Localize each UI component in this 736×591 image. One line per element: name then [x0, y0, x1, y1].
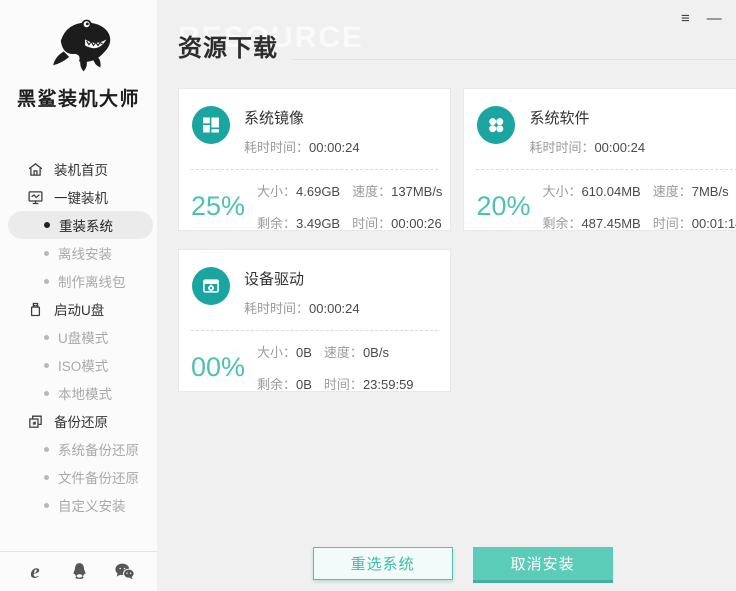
- card-title: 设备驱动: [244, 267, 360, 289]
- stat-speed: 速度：137MB/s: [352, 181, 442, 200]
- bullet-icon: [44, 447, 49, 452]
- usb-icon: [27, 301, 44, 318]
- elapsed-time: 耗时时间：00:00:24: [529, 137, 645, 156]
- stat-speed: 速度：7MB/s: [653, 181, 736, 200]
- stat-remaining: 剩余：0B: [257, 374, 312, 393]
- bullet-icon: [44, 251, 49, 256]
- card-system-software: 系统软件 耗时时间：00:00:24 20% 大小：610.04MB 速度：7M…: [463, 88, 736, 231]
- app-name: 黑鲨装机大师: [0, 84, 157, 111]
- bullet-icon: [44, 222, 50, 228]
- sidebar-item-file-backup-restore[interactable]: 文件备份还原: [8, 463, 153, 491]
- sidebar-item-iso-mode[interactable]: ISO模式: [8, 351, 153, 379]
- app-grid-icon: [477, 106, 515, 144]
- card-title: 系统镜像: [244, 106, 360, 128]
- sidebar-item-onekey[interactable]: 一键装机: [0, 183, 157, 211]
- bullet-icon: [44, 503, 49, 508]
- bullet-icon: [44, 335, 49, 340]
- bullet-icon: [44, 363, 49, 368]
- sidebar-item-label: 启动U盘: [54, 299, 104, 319]
- restore-icon: [27, 413, 44, 430]
- sidebar-item-label: 离线安装: [58, 243, 112, 263]
- main-panel: ≡ — ✕ RESOURCE 资源下载 系统镜像 耗时时间：00:00: [158, 0, 736, 591]
- card-system-image: 系统镜像 耗时时间：00:00:24 25% 大小：4.69GB 速度：137M…: [178, 88, 451, 231]
- wechat-icon[interactable]: [113, 561, 135, 581]
- cancel-install-button[interactable]: 取消安装: [473, 547, 613, 580]
- ie-icon[interactable]: e: [24, 561, 46, 581]
- sidebar-item-label: 重装系统: [59, 215, 113, 235]
- qq-icon[interactable]: [69, 561, 91, 581]
- driver-icon: [192, 267, 230, 305]
- stat-size: 大小：4.69GB: [257, 181, 340, 200]
- stat-speed: 速度：0B/s: [324, 342, 414, 361]
- elapsed-time: 耗时时间：00:00:24: [244, 137, 360, 156]
- stat-remaining: 剩余：3.49GB: [257, 213, 340, 232]
- card-device-driver: 设备驱动 耗时时间：00:00:24 00% 大小：0B 速度：0B/s 剩余：…: [178, 249, 451, 392]
- bullet-icon: [44, 279, 49, 284]
- sidebar-item-label: 制作离线包: [58, 271, 126, 291]
- sidebar-item-boot-usb[interactable]: 启动U盘: [0, 295, 157, 323]
- sidebar-item-home[interactable]: 装机首页: [0, 155, 157, 183]
- sidebar-item-label: 自定义安装: [58, 495, 126, 515]
- elapsed-time: 耗时时间：00:00:24: [244, 298, 360, 317]
- sidebar-item-local-mode[interactable]: 本地模式: [8, 379, 153, 407]
- window-controls: ≡ — ✕: [681, 10, 736, 27]
- stat-size: 大小：0B: [257, 342, 312, 361]
- menu-icon[interactable]: ≡: [681, 10, 690, 27]
- sidebar-item-label: 系统备份还原: [58, 439, 139, 459]
- sidebar-item-system-backup-restore[interactable]: 系统备份还原: [8, 435, 153, 463]
- stat-time: 时间：00:00:26: [352, 213, 442, 232]
- stat-remaining: 剩余：487.45MB: [542, 213, 640, 232]
- bullet-icon: [44, 475, 49, 480]
- shark-logo-icon: [41, 12, 117, 82]
- sidebar-item-reinstall[interactable]: 重装系统: [8, 211, 153, 239]
- windows-grid-icon: [192, 106, 230, 144]
- sidebar-item-usb-mode[interactable]: U盘模式: [8, 323, 153, 351]
- sidebar-item-label: 本地模式: [58, 383, 112, 403]
- progress-percent: 00%: [191, 352, 247, 383]
- app-logo: 黑鲨装机大师: [0, 0, 157, 111]
- card-title: 系统软件: [529, 106, 645, 128]
- stat-time: 时间：23:59:59: [324, 374, 414, 393]
- progress-percent: 25%: [191, 191, 247, 222]
- sidebar-item-label: ISO模式: [58, 355, 108, 375]
- page-title: 资源下载: [178, 28, 278, 63]
- monitor-icon: [27, 189, 44, 206]
- sidebar-footer: e: [0, 551, 157, 591]
- home-icon: [27, 161, 44, 178]
- page-header: RESOURCE 资源下载: [178, 31, 736, 63]
- title-divider: [292, 59, 736, 60]
- sidebar-item-label: 文件备份还原: [58, 467, 139, 487]
- stat-time: 时间：00:01:14: [653, 213, 736, 232]
- sidebar-item-offline-install[interactable]: 离线安装: [8, 239, 153, 267]
- sidebar-item-backup-restore[interactable]: 备份还原: [0, 407, 157, 435]
- bullet-icon: [44, 391, 49, 396]
- reselect-system-button[interactable]: 重选系统: [313, 547, 453, 580]
- app-window: 黑鲨装机大师 装机首页 一键装机 重装系统 离线安装: [0, 0, 736, 591]
- sidebar-menu: 装机首页 一键装机 重装系统 离线安装 制作离线包: [0, 155, 157, 519]
- sidebar-item-custom-install[interactable]: 自定义安装: [8, 491, 153, 519]
- sidebar-item-label: U盘模式: [58, 327, 108, 347]
- sidebar-item-make-offline-package[interactable]: 制作离线包: [8, 267, 153, 295]
- minimize-icon[interactable]: —: [707, 10, 722, 27]
- progress-percent: 20%: [476, 191, 532, 222]
- sidebar-item-label: 一键装机: [54, 187, 108, 207]
- stat-size: 大小：610.04MB: [542, 181, 640, 200]
- download-cards: 系统镜像 耗时时间：00:00:24 25% 大小：4.69GB 速度：137M…: [178, 88, 736, 392]
- footer-buttons: 重选系统 取消安装: [158, 547, 736, 580]
- sidebar: 黑鲨装机大师 装机首页 一键装机 重装系统 离线安装: [0, 0, 158, 591]
- sidebar-item-label: 装机首页: [54, 159, 108, 179]
- sidebar-item-label: 备份还原: [54, 411, 108, 431]
